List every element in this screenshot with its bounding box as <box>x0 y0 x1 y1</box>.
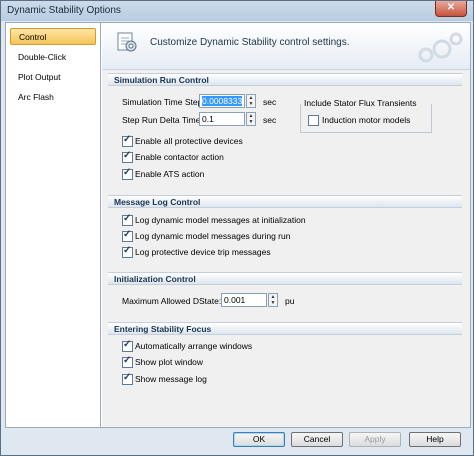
close-button[interactable]: ✕ <box>435 1 467 17</box>
log-trip-checkbox[interactable] <box>122 245 133 258</box>
section-message-log-control: Message Log Control <box>108 195 462 208</box>
delta-time-label: Step Run Delta Time: <box>122 115 203 125</box>
ok-button[interactable]: OK <box>233 432 285 447</box>
gears-icon <box>418 32 463 63</box>
section-entering-stability-focus: Entering Stability Focus <box>108 322 462 335</box>
log-init-checkbox[interactable] <box>122 213 133 226</box>
title-bar[interactable]: Dynamic Stability Options ✕ <box>1 1 473 21</box>
page-header: Customize Dynamic Stability control sett… <box>102 23 470 70</box>
spin-down-icon: ▼ <box>248 119 254 125</box>
log-init-label: Log dynamic model messages at initializa… <box>135 215 306 225</box>
time-step-spinner[interactable]: ▲ ▼ <box>246 94 256 108</box>
spin-down-icon: ▼ <box>270 300 276 306</box>
cancel-button[interactable]: Cancel <box>291 432 343 447</box>
dialog-client-area: Control Double-Click Plot Output Arc Fla… <box>5 22 471 428</box>
time-step-label: Simulation Time Step: <box>122 97 205 107</box>
show-message-log-label: Show message log <box>135 374 207 384</box>
help-button[interactable]: Help <box>409 432 461 447</box>
log-trip-label: Log protective device trip messages <box>135 247 271 257</box>
nav-item-control[interactable]: Control <box>10 28 96 45</box>
arrange-windows-label: Automatically arrange windows <box>135 341 253 351</box>
delta-time-input[interactable]: 0.1 <box>199 112 245 126</box>
options-content: Customize Dynamic Stability control sett… <box>102 23 470 427</box>
nav-item-arc-flash[interactable]: Arc Flash <box>10 89 96 106</box>
enable-contactor-checkbox[interactable] <box>122 150 133 163</box>
log-run-label: Log dynamic model messages during run <box>135 231 291 241</box>
induction-motor-checkbox[interactable] <box>308 115 319 126</box>
close-icon: ✕ <box>446 2 456 13</box>
nav-item-double-click[interactable]: Double-Click <box>10 49 96 66</box>
time-step-input[interactable]: 0.0008333 <box>199 94 245 108</box>
apply-button[interactable]: Apply <box>349 432 401 447</box>
section-simulation-run-control: Simulation Run Control <box>108 73 462 86</box>
dialog-footer: OK Cancel Apply Help <box>1 428 473 455</box>
enable-ats-label: Enable ATS action <box>135 169 205 179</box>
dstate-input[interactable]: 0.001 <box>221 293 267 307</box>
options-nav: Control Double-Click Plot Output Arc Fla… <box>6 23 101 427</box>
delta-time-unit: sec <box>263 115 277 125</box>
dstate-spinner[interactable]: ▲ ▼ <box>268 293 278 307</box>
show-plot-checkbox[interactable] <box>122 355 133 368</box>
section-initialization-control: Initialization Control <box>108 272 462 285</box>
enable-contactor-label: Enable contactor action <box>135 152 224 162</box>
window-title: Dynamic Stability Options <box>7 5 121 16</box>
nav-item-plot-output[interactable]: Plot Output <box>10 69 96 86</box>
log-run-checkbox[interactable] <box>122 229 133 242</box>
dialog-window: Dynamic Stability Options ✕ Control Doub… <box>0 0 474 456</box>
time-step-unit: sec <box>263 97 277 107</box>
spin-down-icon: ▼ <box>248 101 254 107</box>
settings-document-icon <box>117 32 137 52</box>
show-message-log-checkbox[interactable] <box>122 372 133 385</box>
dstate-label: Maximum Allowed DState: <box>122 296 222 306</box>
enable-ats-checkbox[interactable] <box>122 167 133 180</box>
induction-motor-label: Induction motor models <box>322 115 411 125</box>
dstate-unit: pu <box>285 296 295 306</box>
arrange-windows-checkbox[interactable] <box>122 339 133 352</box>
enable-protective-devices-checkbox[interactable] <box>122 134 133 147</box>
show-plot-label: Show plot window <box>135 357 204 367</box>
enable-protective-devices-label: Enable all protective devices <box>135 136 243 146</box>
delta-time-spinner[interactable]: ▲ ▼ <box>246 112 256 126</box>
header-text: Customize Dynamic Stability control sett… <box>150 37 350 48</box>
